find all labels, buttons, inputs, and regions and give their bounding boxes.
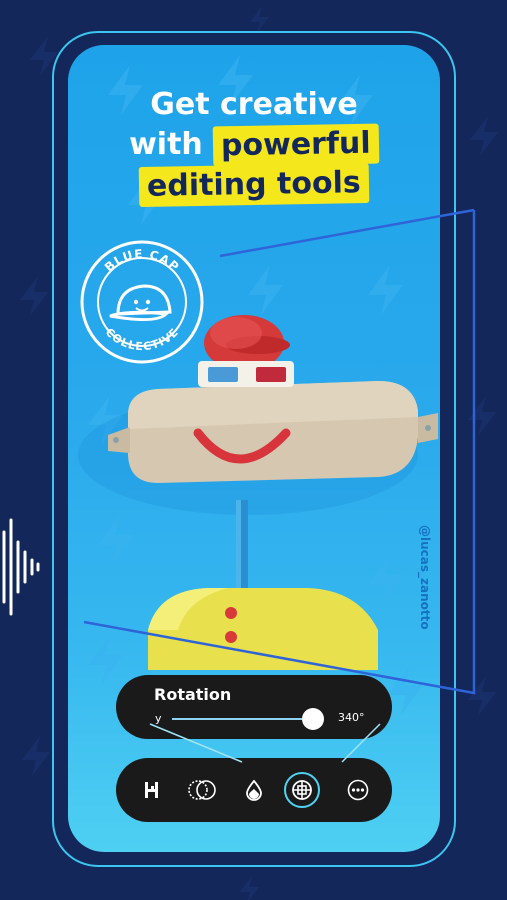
h-adjust-icon: [145, 782, 158, 798]
blend-button[interactable]: [186, 774, 218, 806]
rotation-slider-thumb[interactable]: [302, 708, 324, 730]
phone-screen: Get creative with powerful editing tools…: [68, 45, 440, 852]
rotation-panel: Rotation y 340°: [116, 675, 392, 739]
transform-button[interactable]: [284, 772, 320, 808]
more-button[interactable]: [342, 774, 374, 806]
more-dots-icon: [347, 779, 369, 801]
rotation-value: 340°: [338, 711, 365, 724]
author-watermark: @lucas_zanotto: [418, 525, 432, 630]
adjust-button[interactable]: [136, 774, 168, 806]
editing-toolbar: [116, 758, 392, 822]
overlap-circles-icon: [188, 780, 216, 800]
globe-crosshair-icon: [292, 780, 312, 800]
rotation-slider-track[interactable]: [172, 718, 322, 720]
color-button[interactable]: [238, 774, 270, 806]
rotation-title: Rotation: [154, 685, 232, 704]
sound-wave-icon: [2, 518, 40, 616]
droplet-icon: [246, 779, 262, 801]
axis-label: y: [155, 712, 162, 725]
